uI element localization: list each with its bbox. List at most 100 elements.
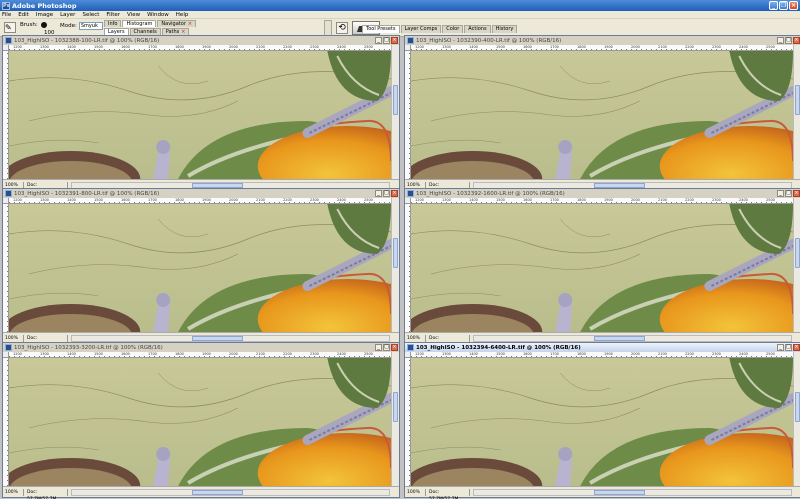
menu-window[interactable]: Window bbox=[147, 12, 169, 18]
document-title-bar[interactable]: 103_HighISO - 1032393-3200-LR.tif @ 100%… bbox=[3, 343, 399, 352]
zoom-level[interactable]: 100% bbox=[4, 488, 24, 496]
close-icon[interactable]: × bbox=[793, 344, 800, 351]
maximize-icon[interactable]: □ bbox=[383, 190, 390, 197]
document-window[interactable]: 103_HighISO - 1032393-3200-LR.tif @ 100%… bbox=[2, 342, 400, 499]
close-icon[interactable]: × bbox=[188, 21, 192, 27]
tab-channels[interactable]: Channels bbox=[129, 28, 161, 35]
zoom-level[interactable]: 100% bbox=[406, 334, 426, 342]
scroll-thumb[interactable] bbox=[594, 489, 646, 495]
image-canvas[interactable] bbox=[411, 358, 793, 486]
vertical-scrollbar[interactable] bbox=[793, 45, 800, 179]
vertical-scrollbar[interactable] bbox=[391, 352, 399, 486]
maximize-icon[interactable]: □ bbox=[785, 190, 792, 197]
menu-edit[interactable]: Edit bbox=[18, 12, 29, 18]
restore-icon[interactable]: ❐ bbox=[779, 1, 788, 10]
ruler-label: 1600 bbox=[523, 352, 532, 356]
close-icon[interactable]: × bbox=[391, 344, 398, 351]
minimize-icon[interactable]: _ bbox=[375, 190, 382, 197]
document-title-bar[interactable]: 103_HighISO - 1032388-100-LR.tif @ 100% … bbox=[3, 36, 399, 45]
menu-select[interactable]: Select bbox=[82, 12, 99, 18]
vertical-scrollbar[interactable] bbox=[793, 352, 800, 486]
vertical-scrollbar[interactable] bbox=[391, 45, 399, 179]
scroll-thumb[interactable] bbox=[393, 238, 398, 268]
close-icon[interactable]: × bbox=[391, 37, 398, 44]
document-window[interactable]: 103_HighISO - 1032390-400-LR.tif @ 100% … bbox=[404, 35, 800, 195]
maximize-icon[interactable]: □ bbox=[383, 37, 390, 44]
menu-filter[interactable]: Filter bbox=[106, 12, 120, 18]
minimize-icon[interactable]: _ bbox=[769, 1, 778, 10]
scroll-thumb[interactable] bbox=[393, 392, 398, 422]
palette-scrollbar[interactable] bbox=[324, 20, 332, 36]
mode-select[interactable]: Smyuk bbox=[78, 22, 103, 30]
minimize-icon[interactable]: _ bbox=[375, 37, 382, 44]
tab-tool-presets[interactable]: Tool Presets bbox=[362, 25, 400, 33]
document-size-info[interactable]: Doc: 57.7M/57.7M bbox=[24, 488, 68, 499]
document-window[interactable]: 103_HighISO - 1032391-800-LR.tif @ 100% … bbox=[2, 188, 400, 348]
close-icon[interactable]: × bbox=[391, 190, 398, 197]
tab-paths[interactable]: Paths × bbox=[161, 28, 190, 35]
minimize-icon[interactable]: _ bbox=[777, 344, 784, 351]
image-canvas[interactable] bbox=[9, 204, 391, 332]
minimize-icon[interactable]: _ bbox=[777, 190, 784, 197]
document-size-info[interactable]: Doc: 57.7M/57.7M bbox=[426, 334, 470, 348]
vertical-scrollbar[interactable] bbox=[391, 198, 399, 332]
document-window[interactable]: 103_HighISO - 1032392-1600-LR.tif @ 100%… bbox=[404, 188, 800, 348]
scroll-thumb[interactable] bbox=[795, 85, 800, 115]
tab-history[interactable]: History bbox=[491, 25, 518, 33]
brush-tool-icon[interactable]: ✎ bbox=[4, 22, 16, 33]
image-canvas[interactable] bbox=[411, 51, 793, 179]
minimize-icon[interactable]: _ bbox=[375, 344, 382, 351]
brush-preset-picker[interactable] bbox=[40, 22, 47, 28]
toggle-palettes-icon[interactable]: ⟲ bbox=[336, 22, 348, 34]
maximize-icon[interactable]: □ bbox=[785, 37, 792, 44]
horizontal-scrollbar[interactable] bbox=[71, 334, 390, 342]
ruler-label: 1800 bbox=[577, 45, 586, 49]
image-canvas[interactable] bbox=[411, 204, 793, 332]
close-icon[interactable]: × bbox=[793, 190, 800, 197]
tab-info[interactable]: Info bbox=[104, 20, 122, 27]
document-title-bar[interactable]: 103_HighISO - 1032394-6400-LR.tif @ 100%… bbox=[405, 343, 800, 352]
maximize-icon[interactable]: □ bbox=[383, 344, 390, 351]
scroll-thumb[interactable] bbox=[795, 238, 800, 268]
ruler-label: 2300 bbox=[712, 352, 721, 356]
image-canvas[interactable] bbox=[9, 358, 391, 486]
menu-layer[interactable]: Layer bbox=[60, 12, 75, 18]
tab-layer-comps[interactable]: Layer Comps bbox=[400, 25, 442, 33]
zoom-level[interactable]: 100% bbox=[406, 488, 426, 496]
scroll-thumb[interactable] bbox=[192, 182, 244, 188]
menu-help[interactable]: Help bbox=[176, 12, 189, 18]
document-window[interactable]: 103_HighISO - 1032394-6400-LR.tif @ 100%… bbox=[404, 342, 800, 499]
scroll-thumb[interactable] bbox=[393, 85, 398, 115]
tab-layers[interactable]: Layers bbox=[104, 28, 129, 35]
tab-actions[interactable]: Actions bbox=[464, 25, 491, 33]
document-window-controls: _ □ × bbox=[777, 37, 800, 44]
horizontal-scrollbar[interactable] bbox=[473, 488, 792, 496]
document-title: 103_HighISO - 1032392-1600-LR.tif @ 100%… bbox=[416, 190, 565, 197]
close-icon[interactable]: × bbox=[793, 37, 800, 44]
tab-histogram[interactable]: Histogram bbox=[122, 20, 157, 27]
document-title-bar[interactable]: 103_HighISO - 1032392-1600-LR.tif @ 100%… bbox=[405, 189, 800, 198]
minimize-icon[interactable]: _ bbox=[777, 37, 784, 44]
menu-file[interactable]: File bbox=[2, 12, 11, 18]
document-title-bar[interactable]: 103_HighISO - 1032391-800-LR.tif @ 100% … bbox=[3, 189, 399, 198]
tab-navigator[interactable]: Navigator × bbox=[157, 20, 197, 27]
document-title-bar[interactable]: 103_HighISO - 1032390-400-LR.tif @ 100% … bbox=[405, 36, 800, 45]
horizontal-scrollbar[interactable] bbox=[473, 334, 792, 342]
scroll-thumb[interactable] bbox=[192, 489, 244, 495]
menu-image[interactable]: Image bbox=[36, 12, 53, 18]
close-icon[interactable]: × bbox=[789, 1, 798, 10]
tab-color[interactable]: Color bbox=[442, 25, 464, 33]
scroll-thumb[interactable] bbox=[594, 335, 646, 341]
document-size-info[interactable]: Doc: 57.7M/57.7M bbox=[426, 488, 470, 499]
scroll-thumb[interactable] bbox=[594, 182, 646, 188]
menu-view[interactable]: View bbox=[127, 12, 140, 18]
horizontal-scrollbar[interactable] bbox=[71, 488, 390, 496]
image-canvas[interactable] bbox=[9, 51, 391, 179]
document-window[interactable]: 103_HighISO - 1032388-100-LR.tif @ 100% … bbox=[2, 35, 400, 195]
scroll-thumb[interactable] bbox=[192, 335, 244, 341]
document-size-info[interactable]: Doc: 57.7M/57.7M bbox=[24, 334, 68, 348]
zoom-level[interactable]: 100% bbox=[4, 334, 24, 342]
vertical-scrollbar[interactable] bbox=[793, 198, 800, 332]
maximize-icon[interactable]: □ bbox=[785, 344, 792, 351]
scroll-thumb[interactable] bbox=[795, 392, 800, 422]
